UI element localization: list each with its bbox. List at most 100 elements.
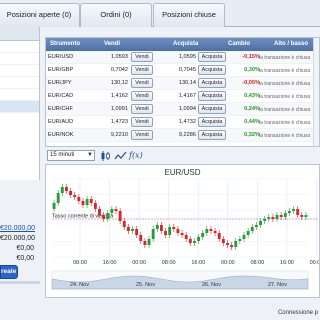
col-instrument[interactable]: Strumento <box>50 41 80 47</box>
sell-button[interactable]: Vendi <box>131 65 153 75</box>
list-item[interactable] <box>0 65 39 77</box>
list-item-selected[interactable] <box>0 101 39 113</box>
status-text: la transazione è chiusa <box>259 81 311 87</box>
list-header <box>0 27 39 41</box>
col-change[interactable]: Cambio <box>228 41 250 47</box>
candle-body <box>114 209 118 211</box>
table-row[interactable]: EUR/USD 1,0593 Vendi 1,0595 Acquista -0,15% la… <box>46 51 319 64</box>
candle-body <box>184 235 188 239</box>
col-sell[interactable]: Vendi <box>104 41 120 47</box>
table-header: Strumento Vendi Acquista Cambio Alto / b… <box>46 38 319 51</box>
divider <box>0 281 40 284</box>
account-value: €20.000,00 <box>0 235 36 242</box>
status-text: la transazione è chiusa <box>259 94 311 100</box>
change-value: 0,30% <box>244 67 260 73</box>
list-item[interactable] <box>0 53 39 65</box>
price-chart[interactable]: EUR/USD 08:00 16:00 00:00 08:00 16:00 00:00 08:… <box>45 164 320 298</box>
sell-button[interactable]: Vendi <box>131 52 153 62</box>
instrument-symbol: EUR/AUD <box>48 119 74 125</box>
tab-bar: Posizioni aperte (0) Ordini (0) Posizion… <box>0 0 320 27</box>
chart-title: EUR/USD <box>164 168 200 177</box>
real-account-button[interactable]: reale <box>0 265 18 279</box>
function-icon[interactable]: f(x) <box>129 150 143 162</box>
table-row[interactable]: EUR/CHF 1,0991 Vendi 1,0994 Acquista 0,24% la … <box>46 103 319 116</box>
candle-body <box>230 245 234 247</box>
buy-price: 1,4167 <box>178 93 196 99</box>
change-value: 0,44% <box>244 119 260 125</box>
candle-body <box>69 191 73 195</box>
candle-body <box>131 229 134 231</box>
date-label: 24. Nov <box>70 282 89 288</box>
tab-closed-positions[interactable]: Posizioni chiuse <box>153 3 225 27</box>
candle-body <box>135 229 139 235</box>
table-row[interactable]: EUR/GBP 0,7042 Vendi 0,7045 Acquista 0,30% la … <box>46 64 319 77</box>
tab-orders[interactable]: Ordini (0) <box>80 3 152 27</box>
change-value: -0,05% <box>242 80 260 86</box>
candle-body <box>93 203 97 209</box>
candle-body <box>77 197 81 201</box>
candle-body <box>279 215 283 217</box>
list-item[interactable] <box>0 89 39 101</box>
candle-body <box>267 217 271 219</box>
buy-button[interactable]: Acquista <box>198 78 226 88</box>
candle-body <box>126 227 130 231</box>
sell-button[interactable]: Vendi <box>131 117 153 127</box>
candle-body <box>143 241 147 245</box>
candle-body <box>65 187 68 191</box>
table-row[interactable]: EUR/NOK 9,2210 Vendi 9,2286 Acquista 0,32% la … <box>46 129 319 142</box>
table-row[interactable]: EUR/JPY 130,12 Vendi 130,14 Acquista -0,05% la… <box>46 77 319 90</box>
sell-button[interactable]: Vendi <box>131 91 153 101</box>
change-value: -0,15% <box>242 54 260 60</box>
change-value: 0,43% <box>244 93 260 99</box>
col-high-low[interactable]: Alto / basso <box>274 41 308 47</box>
candle-body <box>155 225 159 229</box>
buy-button[interactable]: Acquista <box>198 52 226 62</box>
candle-body <box>275 215 279 219</box>
sell-button[interactable]: Vendi <box>131 130 153 140</box>
candle-body <box>283 213 287 217</box>
table-row[interactable]: EUR/AUD 1,4723 Vendi 1,4732 Acquista 0,44% la … <box>46 116 319 129</box>
chevron-down-icon: ▼ <box>87 152 93 158</box>
instrument-symbol: EUR/CAD <box>48 93 74 99</box>
sell-price: 1,4723 <box>110 119 128 125</box>
buy-button[interactable]: Acquista <box>198 130 226 140</box>
instrument-symbol: EUR/USD <box>48 54 74 60</box>
candle-body <box>250 227 254 231</box>
instrument-symbol: EUR/NOK <box>48 132 74 138</box>
date-label: 25. Nov <box>136 282 155 288</box>
status-text: la transazione è chiusa <box>259 55 311 61</box>
candlestick-icon[interactable] <box>99 150 112 162</box>
quotes-table: Strumento Vendi Acquista Cambio Alto / b… <box>45 37 320 147</box>
candle-body <box>296 209 300 215</box>
candle-body <box>205 229 209 233</box>
list-item[interactable] <box>0 41 39 53</box>
candle-body <box>263 219 267 221</box>
tab-open-positions[interactable]: Posizioni aperte (0) <box>0 3 80 27</box>
tab-label: Posizioni chiuse <box>162 10 216 19</box>
interval-select[interactable]: 15 minuti ▼ <box>47 150 95 161</box>
buy-button[interactable]: Acquista <box>198 65 226 75</box>
list-item[interactable] <box>0 77 39 89</box>
sell-button[interactable]: Vendi <box>131 104 153 114</box>
candle-body <box>201 233 205 237</box>
candle-body <box>217 233 221 239</box>
buy-button[interactable]: Acquista <box>198 104 226 114</box>
table-body: EUR/USD 1,0593 Vendi 1,0595 Acquista -0,15% la… <box>46 51 319 142</box>
candle-body <box>159 225 163 231</box>
line-icon[interactable] <box>114 150 127 162</box>
candle-body <box>221 239 225 243</box>
buy-button[interactable]: Acquista <box>198 117 226 127</box>
instrument-symbol: EUR/GBP <box>48 67 74 73</box>
x-tick-label: 16:00 <box>280 260 294 266</box>
buy-button[interactable]: Acquista <box>198 91 226 101</box>
account-balance-link[interactable]: €20.000,00 <box>0 224 40 234</box>
table-scrollbar[interactable] <box>313 38 319 146</box>
table-row[interactable]: EUR/CAD 1,4162 Vendi 1,4167 Acquista 0,43% la … <box>46 90 319 103</box>
candle-body <box>300 215 304 217</box>
candle-body <box>176 229 180 233</box>
col-buy[interactable]: Acquista <box>173 41 198 47</box>
status-text: la transazione è chiusa <box>259 133 311 139</box>
sell-button[interactable]: Vendi <box>131 78 153 88</box>
candle-body <box>147 239 151 245</box>
candle-body <box>85 199 89 205</box>
